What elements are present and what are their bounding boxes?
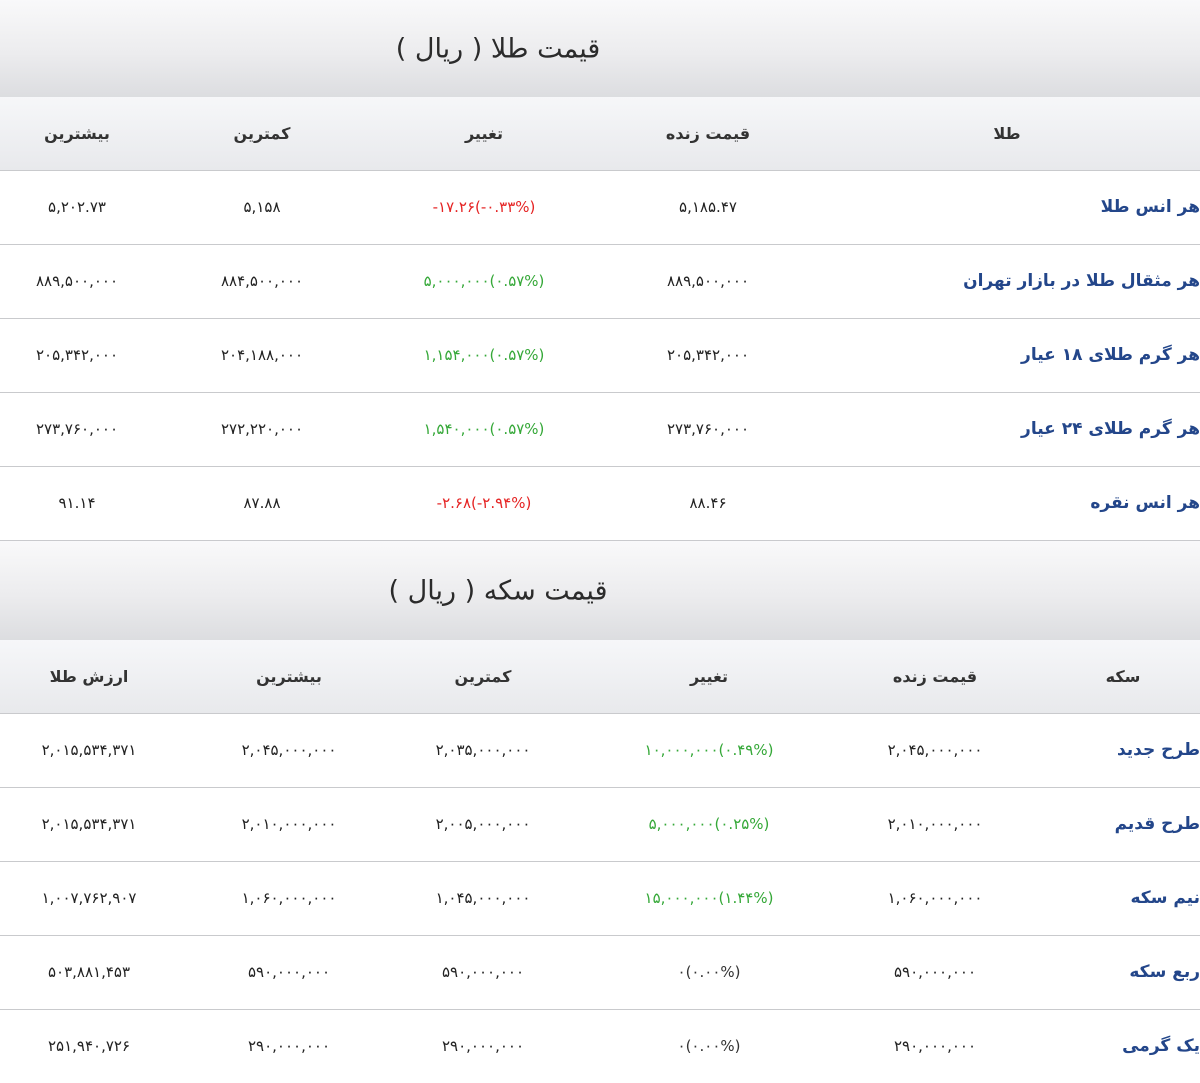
gold-value: ۲,۰۱۵,۵۳۴,۳۷۱ (42, 788, 137, 861)
table-row: یک گرمی ۲۹۰,۰۰۰,۰۰۰ ۰(۰.۰۰%) ۲۹۰,۰۰۰,۰۰۰… (0, 1010, 1200, 1083)
min-price: ۲۷۲,۲۲۰,۰۰۰ (221, 393, 303, 466)
min-price: ۲,۰۰۵,۰۰۰,۰۰۰ (436, 788, 531, 861)
table-row: طرح جدید ۲,۰۴۵,۰۰۰,۰۰۰ ۱۰,۰۰۰,۰۰۰(۰.۴۹%)… (0, 714, 1200, 788)
min-price: ۲,۰۳۵,۰۰۰,۰۰۰ (436, 714, 531, 787)
change-value: ۱,۱۵۴,۰۰۰(۰.۵۷%) (424, 319, 545, 392)
min-price: ۸۷.۸۸ (244, 467, 281, 540)
header-gold-value: ارزش طلا (50, 640, 129, 713)
change-value: ۵,۰۰۰,۰۰۰(۰.۵۷%) (424, 245, 545, 318)
live-price: ۲,۰۱۰,۰۰۰,۰۰۰ (888, 788, 983, 861)
change-value: ۱,۵۴۰,۰۰۰(۰.۵۷%) (424, 393, 545, 466)
table-row: هر انس طلا ۵,۱۸۵.۴۷ -۱۷.۲۶(-۰.۳۳%) ۵,۱۵۸… (0, 171, 1200, 245)
gold-value: ۲,۰۱۵,۵۳۴,۳۷۱ (42, 714, 137, 787)
coin-item-name-link[interactable]: یک گرمی (1122, 1010, 1200, 1083)
table-row: طرح قدیم ۲,۰۱۰,۰۰۰,۰۰۰ ۵,۰۰۰,۰۰۰(۰.۲۵%) … (0, 788, 1200, 862)
header-change: تغییر (465, 97, 503, 170)
table-row: هر گرم طلای ۱۸ عیار ۲۰۵,۳۴۲,۰۰۰ ۱,۱۵۴,۰۰… (0, 319, 1200, 393)
table-row: هر انس نقره ۸۸.۴۶ -۲.۶۸(-۲.۹۴%) ۸۷.۸۸ ۹۱… (0, 467, 1200, 541)
max-price: ۵۹۰,۰۰۰,۰۰۰ (248, 936, 330, 1009)
coin-item-name-link[interactable]: ربع سکه (1129, 936, 1200, 1009)
max-price: ۲,۰۴۵,۰۰۰,۰۰۰ (242, 714, 337, 787)
change-value: -۲.۶۸(-۲.۹۴%) (437, 467, 532, 540)
header-live-price: قیمت زنده (666, 97, 750, 170)
max-price: ۵,۲۰۲.۷۳ (48, 171, 106, 244)
header-coin-name: سکه (1106, 640, 1141, 713)
gold-item-name-link[interactable]: هر گرم طلای ۱۸ عیار (1021, 319, 1200, 392)
live-price: ۲۹۰,۰۰۰,۰۰۰ (894, 1010, 976, 1083)
max-price: ۲,۰۱۰,۰۰۰,۰۰۰ (242, 788, 337, 861)
coin-section-title: قیمت سکه ( ریال ) (389, 575, 608, 606)
change-value: ۰(۰.۰۰%) (678, 1010, 741, 1083)
coin-table-header: سکه قیمت زنده تغییر کمترین بیشترین ارزش … (0, 640, 1200, 714)
live-price: ۲۷۳,۷۶۰,۰۰۰ (667, 393, 749, 466)
header-max: بیشترین (44, 97, 110, 170)
live-price: ۸۸.۴۶ (690, 467, 727, 540)
min-price: ۸۸۴,۵۰۰,۰۰۰ (221, 245, 303, 318)
max-price: ۲۰۵,۳۴۲,۰۰۰ (36, 319, 118, 392)
table-row: هر مثقال طلا در بازار تهران ۸۸۹,۵۰۰,۰۰۰ … (0, 245, 1200, 319)
coin-item-name-link[interactable]: طرح جدید (1117, 714, 1200, 787)
gold-value: ۲۵۱,۹۴۰,۷۲۶ (48, 1010, 130, 1083)
header-gold-name: طلا (993, 97, 1020, 170)
gold-value: ۵۰۳,۸۸۱,۴۵۳ (48, 936, 130, 1009)
min-price: ۵,۱۵۸ (244, 171, 281, 244)
max-price: ۲۹۰,۰۰۰,۰۰۰ (248, 1010, 330, 1083)
header-live-price: قیمت زنده (893, 640, 977, 713)
change-value: ۰(۰.۰۰%) (678, 936, 741, 1009)
min-price: ۲۰۴,۱۸۸,۰۰۰ (221, 319, 303, 392)
header-change: تغییر (690, 640, 728, 713)
max-price: ۲۷۳,۷۶۰,۰۰۰ (36, 393, 118, 466)
table-row: نیم سکه ۱,۰۶۰,۰۰۰,۰۰۰ ۱۵,۰۰۰,۰۰۰(۱.۴۴%) … (0, 862, 1200, 936)
gold-table-header: طلا قیمت زنده تغییر کمترین بیشترین (0, 97, 1200, 171)
coin-item-name-link[interactable]: نیم سکه (1131, 862, 1200, 935)
gold-section-title: قیمت طلا ( ریال ) (396, 33, 601, 64)
live-price: ۵۹۰,۰۰۰,۰۰۰ (894, 936, 976, 1009)
live-price: ۲,۰۴۵,۰۰۰,۰۰۰ (888, 714, 983, 787)
change-value: ۱۵,۰۰۰,۰۰۰(۱.۴۴%) (645, 862, 774, 935)
header-min: کمترین (455, 640, 512, 713)
gold-item-name-link[interactable]: هر انس نقره (1090, 467, 1200, 540)
live-price: ۵,۱۸۵.۴۷ (679, 171, 737, 244)
change-value: ۵,۰۰۰,۰۰۰(۰.۲۵%) (649, 788, 770, 861)
table-row: هر گرم طلای ۲۴ عیار ۲۷۳,۷۶۰,۰۰۰ ۱,۵۴۰,۰۰… (0, 393, 1200, 467)
max-price: ۱,۰۶۰,۰۰۰,۰۰۰ (242, 862, 337, 935)
coin-item-name-link[interactable]: طرح قدیم (1115, 788, 1200, 861)
gold-item-name-link[interactable]: هر مثقال طلا در بازار تهران (963, 245, 1200, 318)
min-price: ۱,۰۴۵,۰۰۰,۰۰۰ (436, 862, 531, 935)
gold-item-name-link[interactable]: هر گرم طلای ۲۴ عیار (1021, 393, 1200, 466)
min-price: ۵۹۰,۰۰۰,۰۰۰ (442, 936, 524, 1009)
min-price: ۲۹۰,۰۰۰,۰۰۰ (442, 1010, 524, 1083)
table-row: ربع سکه ۵۹۰,۰۰۰,۰۰۰ ۰(۰.۰۰%) ۵۹۰,۰۰۰,۰۰۰… (0, 936, 1200, 1010)
max-price: ۹۱.۱۴ (59, 467, 96, 540)
gold-item-name-link[interactable]: هر انس طلا (1101, 171, 1200, 244)
coin-section-banner: قیمت سکه ( ریال ) (0, 541, 1200, 640)
live-price: ۸۸۹,۵۰۰,۰۰۰ (667, 245, 749, 318)
max-price: ۸۸۹,۵۰۰,۰۰۰ (36, 245, 118, 318)
gold-value: ۱,۰۰۷,۷۶۲,۹۰۷ (42, 862, 137, 935)
header-min: کمترین (234, 97, 291, 170)
change-value: ۱۰,۰۰۰,۰۰۰(۰.۴۹%) (645, 714, 774, 787)
live-price: ۱,۰۶۰,۰۰۰,۰۰۰ (888, 862, 983, 935)
gold-section-banner: قیمت طلا ( ریال ) (0, 0, 1200, 97)
change-value: -۱۷.۲۶(-۰.۳۳%) (433, 171, 536, 244)
live-price: ۲۰۵,۳۴۲,۰۰۰ (667, 319, 749, 392)
header-max: بیشترین (256, 640, 322, 713)
